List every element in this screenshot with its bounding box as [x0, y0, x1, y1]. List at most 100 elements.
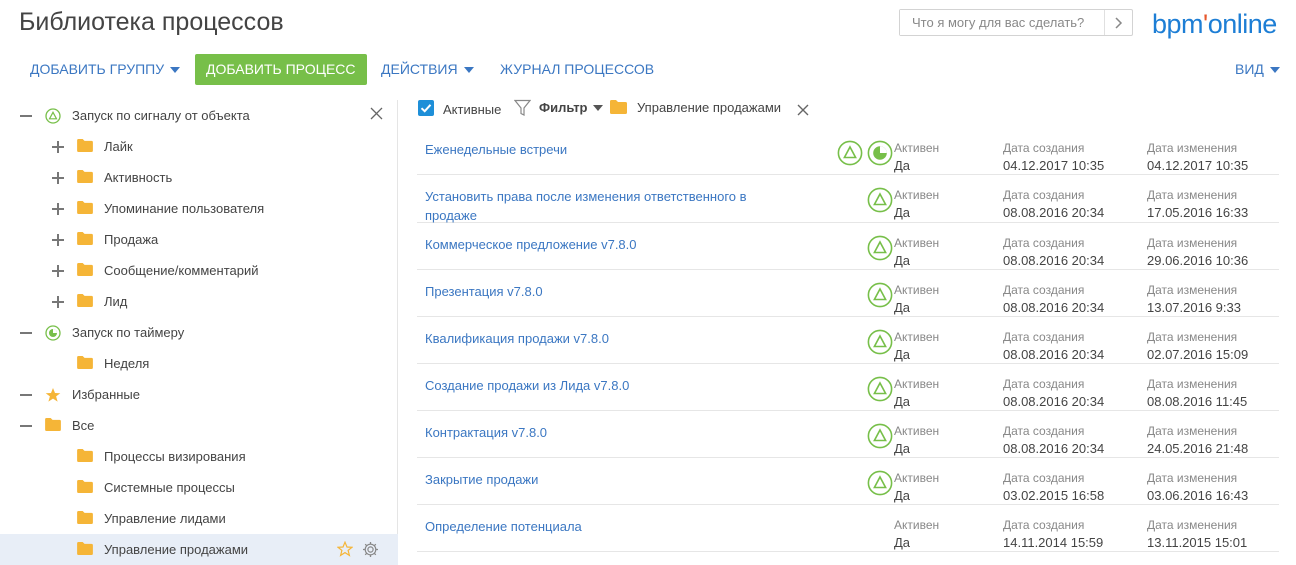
modified-date-cell: Дата изменения 17.05.2016 16:33 — [1147, 186, 1248, 222]
tree-item[interactable]: Избранные — [0, 379, 398, 410]
process-row[interactable]: Установить права после изменения ответст… — [417, 175, 1279, 223]
process-name-link[interactable]: Квалификация продажи v7.8.0 — [425, 329, 785, 348]
modified-date-cell: Дата изменения 08.08.2016 11:45 — [1147, 375, 1247, 411]
tree-item[interactable]: Все — [0, 410, 398, 441]
tree-item-label: Управление лидами — [104, 511, 226, 526]
column-caption: Дата создания — [1003, 330, 1085, 344]
tree-item[interactable]: Запуск по сигналу от объекта — [0, 100, 398, 131]
active-cell: Активен Да — [894, 469, 939, 505]
folder-icon — [77, 201, 93, 214]
tree-item-label: Упоминание пользователя — [104, 201, 265, 216]
active-filter-label[interactable]: Активные — [443, 102, 501, 117]
process-name-link[interactable]: Презентация v7.8.0 — [425, 282, 785, 301]
active-cell: Активен Да — [894, 186, 939, 222]
folder-icon — [45, 418, 61, 431]
tree-item[interactable]: Процессы визирования — [0, 441, 398, 472]
tree-item[interactable]: Неделя — [0, 348, 398, 379]
folder-icon — [77, 170, 93, 183]
checkmark-icon — [420, 104, 432, 113]
process-name-link[interactable]: Еженедельные встречи — [425, 140, 785, 159]
filter-bar: Активные Фильтр Управление продажами — [399, 96, 1296, 122]
tree-item[interactable]: Лайк — [0, 131, 398, 162]
filter-button[interactable]: Фильтр — [539, 100, 603, 115]
signal-triangle-icon — [867, 282, 893, 308]
tree-item[interactable]: Управление продажами — [0, 534, 398, 565]
gear-icon[interactable] — [362, 541, 379, 558]
process-name-link[interactable]: Закрытие продажи — [425, 470, 785, 489]
column-caption: Дата изменения — [1147, 283, 1238, 297]
expand-icon[interactable] — [52, 172, 64, 184]
tree-item-label: Управление продажами — [104, 542, 249, 557]
process-row[interactable]: Квалификация продажи v7.8.0 Активен Да Дата… — [417, 317, 1279, 364]
column-caption: Дата изменения — [1147, 236, 1238, 250]
column-value: 14.11.2014 15:59 — [1003, 535, 1104, 550]
remove-folder-filter-icon[interactable] — [797, 104, 809, 119]
filter-icon[interactable] — [513, 99, 532, 120]
created-date-cell: Дата создания 08.08.2016 20:34 — [1003, 375, 1104, 411]
column-value: 29.06.2016 10:36 — [1147, 253, 1249, 268]
process-journal-button[interactable]: ЖУРНАЛ ПРОЦЕССОВ — [500, 54, 654, 85]
modified-date-cell: Дата изменения 29.06.2016 10:36 — [1147, 234, 1248, 270]
expand-icon[interactable] — [52, 265, 64, 277]
created-date-cell: Дата создания 08.08.2016 20:34 — [1003, 328, 1104, 364]
column-value: Да — [894, 205, 911, 220]
add-process-button[interactable]: ДОБАВИТЬ ПРОЦЕСС — [195, 54, 367, 85]
folder-icon — [77, 356, 93, 369]
column-caption: Активен — [894, 518, 940, 532]
signal-triangle-icon — [867, 376, 893, 402]
process-name-link[interactable]: Установить права после изменения ответст… — [425, 187, 785, 225]
tree-item-label: Избранные — [72, 387, 140, 402]
process-list-panel: Активные Фильтр Управление продажами Еже… — [399, 86, 1296, 565]
process-row[interactable]: Создание продажи из Лида v7.8.0 Активен Да… — [417, 364, 1279, 411]
collapse-icon[interactable] — [20, 420, 32, 432]
process-row[interactable]: Коммерческое предложение v7.8.0 Активен Да… — [417, 223, 1279, 270]
process-row[interactable]: Еженедельные встречи Активен Да Дата создан… — [417, 128, 1279, 175]
signal-triangle-icon — [837, 140, 863, 166]
close-icon[interactable] — [370, 107, 384, 121]
collapse-icon[interactable] — [20, 389, 32, 401]
column-caption: Активен — [894, 141, 940, 155]
modified-date-cell: Дата изменения 13.11.2015 15:01 — [1147, 516, 1247, 552]
search-input[interactable] — [900, 10, 1100, 35]
favorite-star-icon[interactable] — [336, 540, 354, 557]
column-caption: Активен — [894, 424, 940, 438]
view-button[interactable]: ВИД — [1235, 54, 1280, 85]
collapse-icon[interactable] — [20, 110, 32, 122]
tree-item[interactable]: Управление лидами — [0, 503, 398, 534]
column-value: 08.08.2016 20:34 — [1003, 253, 1105, 268]
process-name-link[interactable]: Контрактация v7.8.0 — [425, 423, 785, 442]
tree-item[interactable]: Сообщение/комментарий — [0, 255, 398, 286]
actions-button[interactable]: ДЕЙСТВИЯ — [381, 54, 474, 85]
tree-item[interactable]: Запуск по таймеру — [0, 317, 398, 348]
command-search[interactable] — [899, 9, 1133, 36]
tree-item[interactable]: Продажа — [0, 224, 398, 255]
process-row[interactable]: Презентация v7.8.0 Активен Да Дата создания… — [417, 270, 1279, 317]
column-value: 08.08.2016 20:34 — [1003, 347, 1105, 362]
column-value: 04.12.2017 10:35 — [1003, 158, 1105, 173]
add-group-button[interactable]: ДОБАВИТЬ ГРУППУ — [30, 54, 181, 85]
star-icon — [45, 387, 61, 403]
process-row[interactable]: Закрытие продажи Активен Да Дата создания 03… — [417, 458, 1279, 505]
signal-triangle-icon — [867, 187, 893, 213]
process-row[interactable]: Определение потенциала Активен Да Дата созд… — [417, 505, 1279, 552]
process-name-link[interactable]: Определение потенциала — [425, 517, 785, 536]
tree-item[interactable]: Активность — [0, 162, 398, 193]
active-checkbox[interactable] — [418, 100, 434, 116]
process-name-link[interactable]: Коммерческое предложение v7.8.0 — [425, 235, 785, 254]
column-caption: Активен — [894, 283, 940, 297]
active-cell: Активен Да — [894, 234, 939, 270]
process-name-link[interactable]: Создание продажи из Лида v7.8.0 — [425, 376, 785, 395]
collapse-icon[interactable] — [20, 327, 32, 339]
expand-icon[interactable] — [52, 234, 64, 246]
expand-icon[interactable] — [52, 296, 64, 308]
expand-icon[interactable] — [52, 141, 64, 153]
process-row[interactable]: Контрактация v7.8.0 Активен Да Дата создани… — [417, 411, 1279, 458]
tree-item[interactable]: Системные процессы — [0, 472, 398, 503]
expand-icon[interactable] — [52, 203, 64, 215]
tree-item[interactable]: Упоминание пользователя — [0, 193, 398, 224]
folder-icon — [610, 100, 627, 117]
folder-filter-tag: Управление продажами — [637, 100, 782, 115]
tree-item-label: Запуск по таймеру — [72, 325, 185, 340]
tree-item[interactable]: Лид — [0, 286, 398, 317]
search-submit-button[interactable] — [1104, 10, 1132, 35]
